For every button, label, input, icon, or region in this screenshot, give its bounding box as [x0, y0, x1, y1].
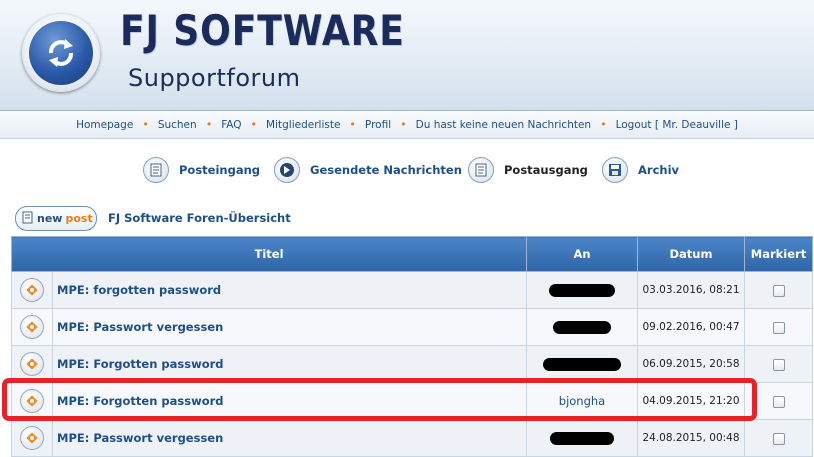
- message-title-link[interactable]: MPE: Passwort vergessen: [57, 320, 223, 334]
- redacted-recipient: [549, 284, 615, 297]
- column-header-marked[interactable]: Markiert: [744, 236, 813, 272]
- redacted-recipient: [543, 358, 621, 371]
- tab-outbox[interactable]: Postausgang: [468, 156, 588, 184]
- tab-sent-label: Gesendete Nachrichten: [310, 163, 462, 177]
- nav-separator-bullet: •: [400, 118, 407, 131]
- recipient-cell: [526, 271, 638, 309]
- tab-inbox[interactable]: Posteingang: [143, 156, 260, 184]
- nav-search[interactable]: Suchen: [158, 119, 197, 131]
- message-icon-cell: [11, 345, 53, 383]
- marked-cell: [744, 345, 813, 383]
- table-row[interactable]: MPE: Passwort vergessen 24.08.2015, 00:4…: [11, 419, 813, 457]
- nav-faq[interactable]: FAQ: [221, 119, 241, 131]
- table-row[interactable]: MPE: Forgotten password bjongha 04.09.20…: [11, 382, 813, 420]
- table-header-row: Titel An Datum Markiert: [11, 236, 813, 272]
- message-status-icon: [20, 278, 44, 302]
- mark-checkbox[interactable]: [772, 358, 785, 371]
- tab-archive[interactable]: Archiv: [602, 156, 679, 184]
- message-title-cell: MPE: forgotten password: [52, 271, 527, 309]
- mark-checkbox[interactable]: [772, 395, 785, 408]
- new-post-label-post: post: [65, 212, 93, 225]
- message-title-cell: MPE: Forgotten password: [52, 382, 527, 420]
- floppy-disk-icon: [602, 157, 628, 183]
- nav-separator-bullet: •: [142, 118, 149, 131]
- table-row[interactable]: MPE: Passwort vergessen 09.02.2016, 00:4…: [11, 308, 813, 346]
- tab-sent[interactable]: Gesendete Nachrichten: [274, 156, 462, 184]
- marked-cell: [744, 419, 813, 457]
- message-icon-cell: [11, 382, 53, 420]
- column-header-title[interactable]: Titel: [11, 236, 527, 272]
- brand-subtitle: Supportforum: [128, 64, 301, 92]
- message-title-cell: MPE: Passwort vergessen: [52, 308, 527, 346]
- new-post-document-icon: [22, 209, 33, 228]
- message-status-icon: [20, 315, 44, 339]
- message-title-link[interactable]: MPE: forgotten password: [57, 283, 221, 297]
- recipient-cell: [526, 345, 638, 383]
- nav-homepage[interactable]: Homepage: [76, 119, 133, 131]
- private-message-tabs: Posteingang Gesendete Nachrichten Postau…: [0, 156, 814, 186]
- message-title-link[interactable]: MPE: Forgotten password: [57, 394, 224, 408]
- message-status-icon: [20, 352, 44, 376]
- recipient-cell[interactable]: bjongha: [526, 382, 638, 420]
- nav-separator-bullet: •: [349, 118, 356, 131]
- site-logo[interactable]: [22, 14, 100, 92]
- date-cell: 04.09.2015, 21:20: [637, 382, 745, 420]
- outbox-message-table: Titel An Datum Markiert MPE: forgotten p…: [11, 236, 813, 457]
- marked-cell: [744, 271, 813, 309]
- nav-profile[interactable]: Profil: [365, 119, 391, 131]
- date-cell: 24.08.2015, 00:48: [637, 419, 745, 457]
- refresh-arrows-icon: [48, 39, 74, 67]
- tab-inbox-label: Posteingang: [179, 163, 261, 177]
- mark-checkbox[interactable]: [772, 432, 785, 445]
- marked-cell: [744, 382, 813, 420]
- mark-checkbox[interactable]: [772, 321, 785, 334]
- nav-separator-bullet: •: [250, 118, 258, 131]
- tab-archive-label: Archiv: [638, 163, 680, 177]
- message-icon-cell: [11, 419, 53, 457]
- message-title-link[interactable]: MPE: Passwort vergessen: [57, 431, 223, 445]
- tab-outbox-label: Postausgang: [504, 163, 588, 177]
- mark-checkbox[interactable]: [772, 284, 785, 297]
- nav-memberlist[interactable]: Mitgliederliste: [266, 119, 340, 131]
- message-icon-cell: [11, 271, 53, 309]
- arrow-right-icon: [274, 157, 300, 183]
- redacted-recipient: [553, 321, 611, 334]
- message-title-cell: MPE: Passwort vergessen: [52, 419, 527, 457]
- message-title-cell: MPE: Forgotten password: [52, 345, 527, 383]
- redacted-recipient: [550, 432, 614, 445]
- inbox-icon: [143, 157, 169, 183]
- recipient-cell: [526, 308, 638, 346]
- outbox-icon: [468, 157, 494, 183]
- date-cell: 03.03.2016, 08:21: [637, 271, 745, 309]
- table-row[interactable]: MPE: forgotten password 03.03.2016, 08:2…: [11, 271, 813, 309]
- nav-messages[interactable]: Du hast keine neuen Nachrichten: [416, 119, 591, 131]
- nav-separator-bullet: •: [205, 118, 213, 131]
- logo-disc: [29, 21, 93, 85]
- new-post-button[interactable]: new post: [15, 206, 97, 231]
- breadcrumb-forum-index[interactable]: FJ Software Foren-Übersicht: [108, 211, 291, 225]
- date-cell: 09.02.2016, 00:47: [637, 308, 745, 346]
- message-status-icon: [20, 389, 44, 413]
- message-title-link[interactable]: MPE: Forgotten password: [57, 357, 224, 371]
- table-row[interactable]: MPE: Forgotten password 06.09.2015, 20:5…: [11, 345, 813, 383]
- message-icon-cell: [11, 308, 53, 346]
- nav-separator-bullet: •: [600, 118, 607, 131]
- site-header: FJ SOFTWARE Supportforum: [0, 0, 814, 111]
- marked-cell: [744, 308, 813, 346]
- nav-logout[interactable]: Logout [ Mr. Deauville ]: [616, 119, 738, 131]
- new-post-label-new: new: [37, 212, 63, 225]
- brand-title: FJ SOFTWARE: [120, 6, 405, 55]
- column-header-to[interactable]: An: [526, 236, 638, 272]
- top-navigation: Homepage • Suchen • FAQ • Mitgliederlist…: [0, 111, 814, 139]
- date-cell: 06.09.2015, 20:58: [637, 345, 745, 383]
- column-header-date[interactable]: Datum: [637, 236, 745, 272]
- message-status-icon: [20, 426, 44, 450]
- recipient-cell: [526, 419, 638, 457]
